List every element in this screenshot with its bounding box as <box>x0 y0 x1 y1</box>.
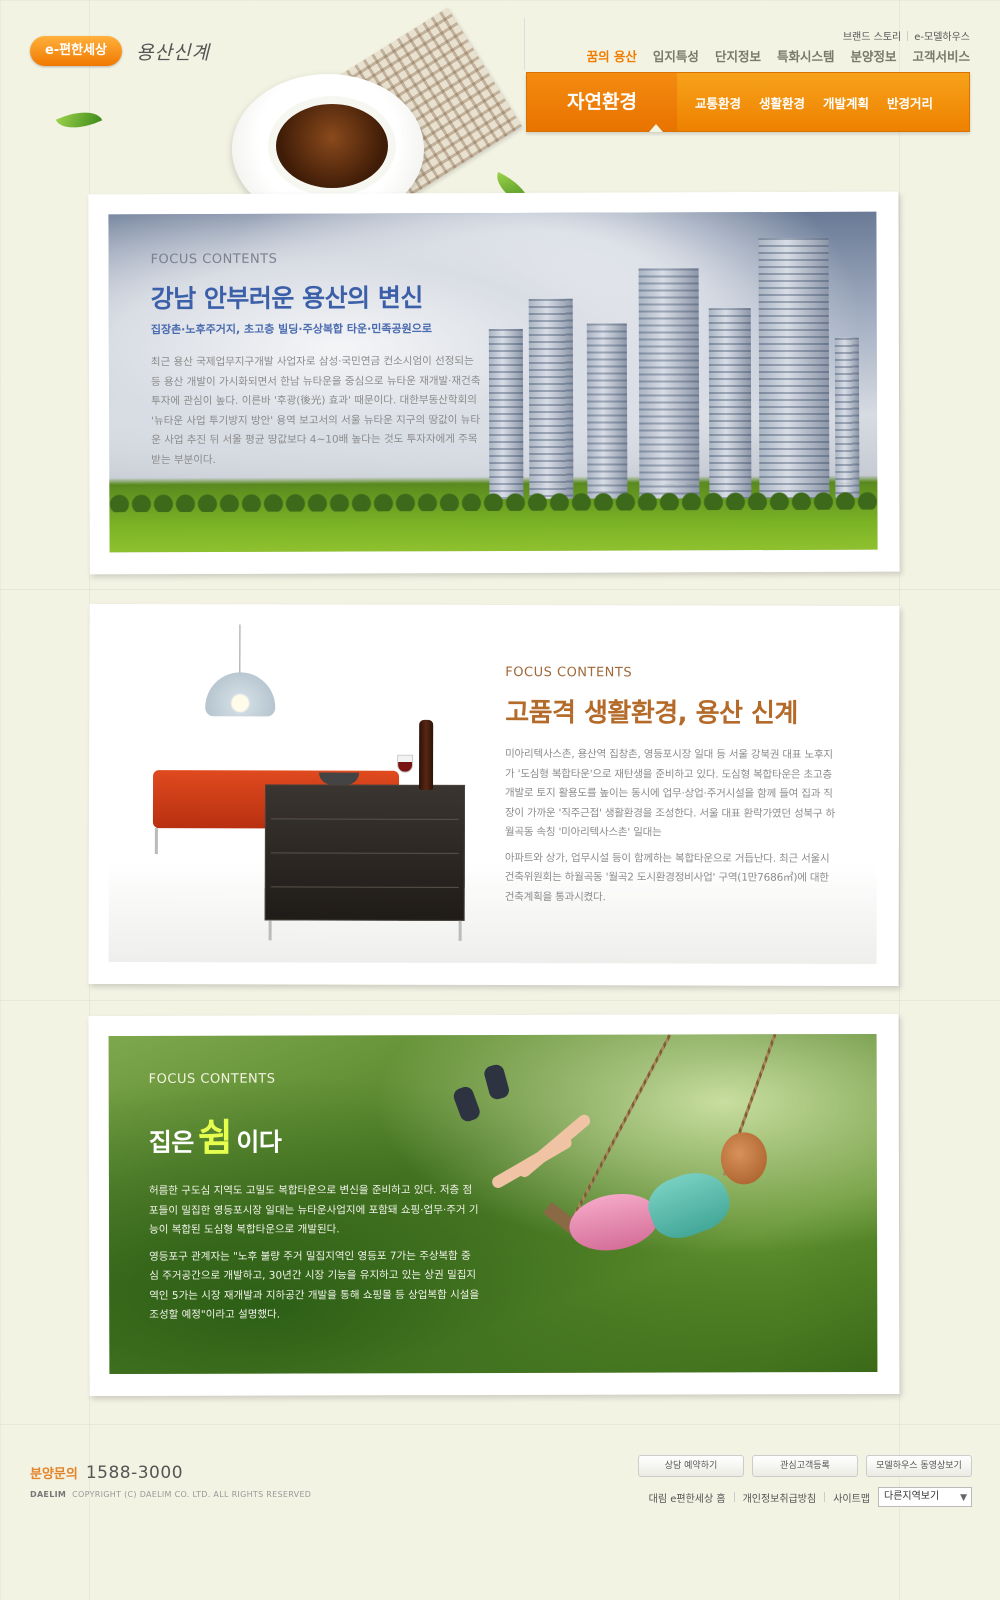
grid-line <box>0 1000 1000 1001</box>
pendant-lamp-image <box>205 672 276 717</box>
brand-logo[interactable]: e-편한세상 <box>30 36 122 66</box>
dresser-drawer <box>270 818 459 820</box>
bowl-image <box>319 772 360 785</box>
card-body: 최근 용산 국제업무지구개발 사업자로 삼성·국민연금 컨소시엄이 선정되는 등… <box>150 355 481 466</box>
footer-buttons: 상담 예약하기 관심고객등록 모델하우스 동영상보기 <box>638 1455 972 1477</box>
gnb-item-customer-service[interactable]: 고객서비스 <box>912 46 970 65</box>
card-paragraph: 허름한 구도심 지역도 고밀도 복합타운으로 변신을 준비하고 있다. 저층 점… <box>148 1184 479 1236</box>
contact-label: 분양문의 <box>30 1467 78 1482</box>
leaf-decoration <box>55 102 103 138</box>
grid-line <box>0 589 1000 590</box>
copyright-text: COPYRIGHT (C) DAELIM CO. LTD. ALL RIGHTS… <box>72 1490 312 1499</box>
gnb-item-sales-info[interactable]: 분양정보 <box>850 46 896 65</box>
subnav-current-section[interactable]: 자연환경 <box>527 73 677 132</box>
title-part: 이다 <box>236 1127 282 1157</box>
card-3-text: FOCUS CONTENTS 집은 쉼 이다 허름한 구도심 지역도 고밀도 복합타… <box>149 1071 480 1325</box>
subnav-item-development[interactable]: 개발계획 <box>823 93 869 112</box>
footer-link-home[interactable]: 대림 e편한세상 홈 <box>649 1490 726 1505</box>
dresser-image <box>264 784 466 921</box>
footer-divider <box>733 1492 735 1502</box>
dresser-drawer <box>270 886 459 888</box>
card-subtitle: 집장촌·노후주거지, 초고층 빌딩·주상복합 타운·민족공원으로 <box>150 322 433 337</box>
consult-reservation-button[interactable]: 상담 예약하기 <box>638 1455 744 1477</box>
wine-bottle-image <box>419 719 434 790</box>
card-title: 집은 쉼 이다 <box>149 1106 479 1162</box>
daelim-logo: DAELIM <box>30 1490 67 1499</box>
shoe-image <box>482 1062 511 1102</box>
focus-label: FOCUS CONTENTS <box>148 1071 276 1087</box>
subnav-item-living[interactable]: 생활환경 <box>759 93 805 112</box>
coffee-cup-decoration <box>268 96 396 196</box>
focus-label: FOCUS CONTENTS <box>150 251 278 268</box>
grid-line <box>0 1424 1000 1425</box>
gnb-item-dream-yongsan[interactable]: 꿈의 용산 <box>587 46 637 65</box>
card-body: 허름한 구도심 지역도 고밀도 복합타운으로 변신을 준비하고 있다. 저층 점… <box>149 1181 479 1325</box>
gnb-item-location[interactable]: 입지특성 <box>653 46 699 65</box>
focus-card-1: FOCUS CONTENTS 강남 안부러운 용산의 변신 집장촌·노후주거지,… <box>88 191 900 575</box>
site-name: 용산신계 <box>136 42 210 64</box>
building-image <box>528 298 574 499</box>
building-image <box>758 237 830 499</box>
chevron-down-icon: ▼ <box>960 1493 967 1503</box>
region-select[interactable]: 다른지역보기 ▼ <box>878 1487 972 1507</box>
util-link-e-model-house[interactable]: e-모델하우스 <box>914 28 970 43</box>
card-1-text: FOCUS CONTENTS 강남 안부러운 용산의 변신 집장촌·노후주거지,… <box>151 251 482 470</box>
gnb-item-complex-info[interactable]: 단지정보 <box>715 46 761 65</box>
wine-glass-image <box>397 754 414 773</box>
child-leg <box>516 1112 593 1180</box>
focus-card-3: FOCUS CONTENTS 집은 쉼 이다 허름한 구도심 지역도 고밀도 복합타… <box>88 1013 900 1397</box>
sofa-leg <box>154 828 158 855</box>
subnav-item-radius[interactable]: 반경거리 <box>887 93 933 112</box>
title-part: 집은 <box>148 1127 194 1157</box>
building-image <box>488 328 524 500</box>
focus-label: FOCUS CONTENTS <box>505 665 633 681</box>
copyright: DAELIM COPYRIGHT (C) DAELIM CO. LTD. ALL… <box>30 1490 311 1499</box>
footer-link-sitemap[interactable]: 사이트맵 <box>833 1490 870 1505</box>
building-image <box>834 337 860 498</box>
card-title: 고품격 생활환경, 용산 신계 <box>505 698 798 729</box>
card-paragraph: 영등포구 관계자는 "노후 불량 주거 밀집지역인 영등포 7가는 주상복합 중… <box>149 1249 480 1321</box>
sales-contact: 분양문의 1588-3000 <box>30 1463 183 1483</box>
subnav-items: 교통환경 생활환경 개발계획 반경거리 <box>695 73 933 131</box>
card-body: 미아리텍사스촌, 용산역 집창촌, 영등포시장 일대 등 서울 강북권 대표 노… <box>504 748 835 839</box>
util-divider <box>907 30 909 41</box>
logo-text: e-편한세상 <box>44 43 108 58</box>
card-body: 아파트와 상가, 업무시설 등이 함께하는 복합타운으로 거듭난다. 최근 서울… <box>504 851 830 903</box>
region-select-value: 다른지역보기 <box>884 1491 940 1502</box>
lamp-cord <box>239 624 241 675</box>
util-link-brand-story[interactable]: 브랜드 스토리 <box>843 28 901 43</box>
focus-card-2: FOCUS CONTENTS 고품격 생활환경, 용산 신계 미아리텍사스촌, … <box>88 603 900 987</box>
treeline-image <box>109 483 878 513</box>
footer-link-privacy[interactable]: 개인정보취급방침 <box>743 1490 817 1505</box>
interior-photo: FOCUS CONTENTS 고품격 생활환경, 용산 신계 미아리텍사스촌, … <box>108 623 878 965</box>
interest-registration-button[interactable]: 관심고객등록 <box>752 1455 858 1477</box>
child-head <box>720 1132 767 1185</box>
card-title: 강남 안부러운 용산의 변신 <box>150 283 423 314</box>
utility-links: 브랜드 스토리 e-모델하우스 <box>843 28 970 43</box>
building-image <box>638 268 700 499</box>
footer-links: 대림 e편한세상 홈 개인정보취급방침 사이트맵 다른지역보기 ▼ <box>649 1487 972 1507</box>
dresser-drawer <box>270 852 459 854</box>
model-house-video-button[interactable]: 모델하우스 동영상보기 <box>866 1455 972 1477</box>
building-image <box>708 308 752 499</box>
gnb-item-special-system[interactable]: 특화시스템 <box>777 46 835 65</box>
dresser-leg <box>268 920 272 941</box>
city-skyline-photo: FOCUS CONTENTS 강남 안부러운 용산의 변신 집장촌·노후주거지,… <box>108 211 878 553</box>
title-highlight: 쉼 <box>197 1115 233 1160</box>
swing-photo: FOCUS CONTENTS 집은 쉼 이다 허름한 구도심 지역도 고밀도 복합타… <box>108 1033 878 1375</box>
footer-divider <box>824 1492 826 1502</box>
gnb-divider <box>524 18 525 70</box>
dresser-leg <box>458 920 462 941</box>
building-image <box>586 323 628 499</box>
contact-number: 1588-3000 <box>85 1463 184 1483</box>
card-2-text: FOCUS CONTENTS 고품격 생활환경, 용산 신계 미아리텍사스촌, … <box>505 665 836 908</box>
sub-navigation: 자연환경 교통환경 생활환경 개발계획 반경거리 <box>526 72 970 132</box>
main-navigation: 꿈의 용산 입지특성 단지정보 특화시스템 분양정보 고객서비스 <box>587 46 970 65</box>
subnav-item-traffic[interactable]: 교통환경 <box>695 93 741 112</box>
